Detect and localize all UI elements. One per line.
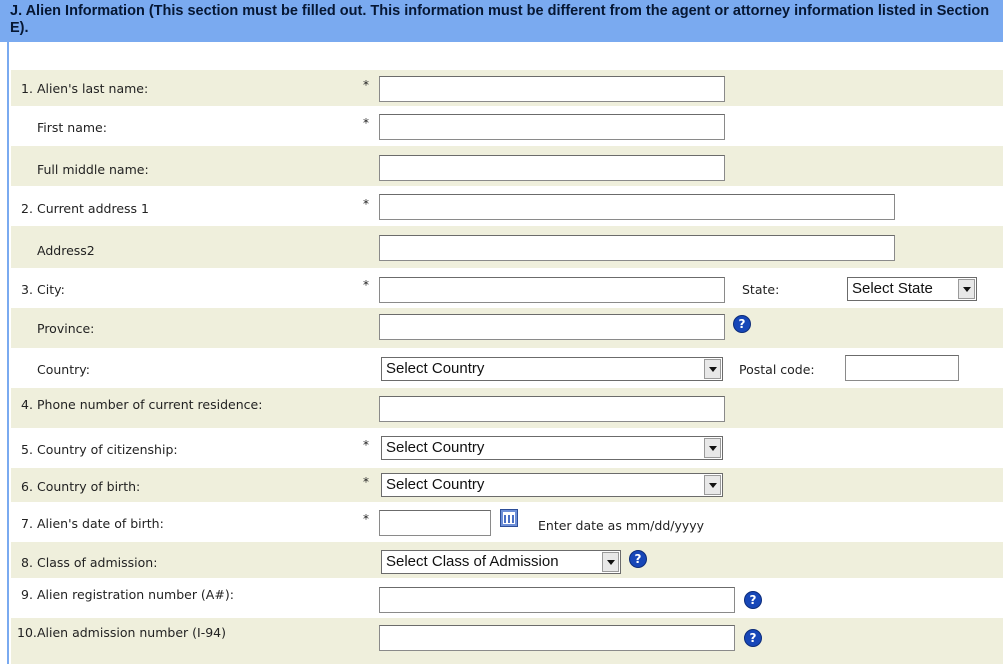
item-number: 2.	[21, 201, 33, 216]
address-1-label: Current address 1	[37, 201, 149, 216]
section-left-border	[7, 42, 9, 664]
item-number: 1.	[21, 81, 33, 96]
required-marker: *	[363, 278, 369, 292]
registration-number-input[interactable]	[379, 587, 735, 613]
required-marker: *	[363, 512, 369, 526]
chevron-down-icon[interactable]	[704, 438, 721, 458]
class-of-admission-select[interactable]: Select Class of Admission	[381, 550, 621, 574]
section-title: J. Alien Information (This section must …	[10, 3, 990, 36]
item-number: 6.	[21, 479, 33, 494]
section-header: J. Alien Information (This section must …	[0, 0, 1003, 42]
first-name-input[interactable]	[379, 114, 725, 140]
alien-information-section: J. Alien Information (This section must …	[0, 0, 1003, 664]
row-country: Country: Select Country Postal code:	[11, 348, 1003, 388]
address-1-input[interactable]	[379, 194, 895, 220]
item-number: 10.	[17, 625, 37, 640]
row-first-name: First name: *	[11, 106, 1003, 146]
citizenship-selected-value: Select Country	[386, 439, 485, 456]
required-marker: *	[363, 475, 369, 489]
help-icon[interactable]: ?	[629, 550, 647, 568]
row-admission-number: 10. Alien admission number (I-94) ?	[11, 618, 1003, 664]
middle-name-label: Full middle name:	[37, 162, 149, 177]
admission-number-label: Alien admission number (I-94)	[37, 625, 226, 640]
phone-input[interactable]	[379, 396, 725, 422]
row-middle-name: Full middle name:	[11, 146, 1003, 186]
help-icon[interactable]: ?	[744, 591, 762, 609]
row-registration-number: 9. Alien registration number (A#): ?	[11, 578, 1003, 618]
birth-country-selected-value: Select Country	[386, 476, 485, 493]
row-class-of-admission: 8. Class of admission: Select Class of A…	[11, 542, 1003, 578]
address-2-label: Address2	[37, 243, 95, 258]
registration-number-label: Alien registration number (A#):	[37, 587, 234, 602]
chevron-down-icon[interactable]	[704, 475, 721, 495]
date-format-hint: Enter date as mm/dd/yyyy	[538, 518, 705, 533]
city-label: City:	[37, 282, 65, 297]
state-select[interactable]: Select State	[847, 277, 977, 301]
chevron-down-icon[interactable]	[704, 359, 721, 379]
first-name-label: First name:	[37, 120, 107, 135]
chevron-down-icon[interactable]	[958, 279, 975, 299]
row-last-name: 1. Alien's last name: *	[11, 70, 1003, 106]
citizenship-label: Country of citizenship:	[37, 442, 178, 457]
item-number: 7.	[21, 516, 33, 531]
state-label: State:	[742, 282, 780, 297]
row-citizenship: 5. Country of citizenship: * Select Coun…	[11, 428, 1003, 468]
date-of-birth-input[interactable]	[379, 510, 491, 536]
item-number: 8.	[21, 555, 33, 570]
birth-country-select[interactable]: Select Country	[381, 473, 723, 497]
row-province: Province: ?	[11, 308, 1003, 348]
admission-number-input[interactable]	[379, 625, 735, 651]
help-icon[interactable]: ?	[733, 315, 751, 333]
country-select[interactable]: Select Country	[381, 357, 723, 381]
citizenship-select[interactable]: Select Country	[381, 436, 723, 460]
row-date-of-birth: 7. Alien's date of birth: * Enter date a…	[11, 502, 1003, 542]
item-number: 4.	[21, 397, 33, 412]
required-marker: *	[363, 197, 369, 211]
birth-country-label: Country of birth:	[37, 479, 141, 494]
phone-label: Phone number of current residence:	[37, 397, 263, 412]
help-icon[interactable]: ?	[744, 629, 762, 647]
item-number: 3.	[21, 282, 33, 297]
required-marker: *	[363, 438, 369, 452]
row-phone: 4. Phone number of current residence:	[11, 388, 1003, 428]
row-address-2: Address2	[11, 226, 1003, 268]
required-marker: *	[363, 116, 369, 130]
postal-code-label: Postal code:	[739, 362, 815, 377]
item-number: 5.	[21, 442, 33, 457]
row-address-1: 2. Current address 1 *	[11, 186, 1003, 226]
class-of-admission-selected-value: Select Class of Admission	[386, 553, 559, 570]
country-selected-value: Select Country	[386, 360, 485, 377]
address-2-input[interactable]	[379, 235, 895, 261]
middle-name-input[interactable]	[379, 155, 725, 181]
row-birth-country: 6. Country of birth: * Select Country	[11, 468, 1003, 502]
row-city: 3. City: * State: Select State	[11, 268, 1003, 308]
province-label: Province:	[37, 321, 95, 336]
last-name-label: Alien's last name:	[37, 81, 149, 96]
required-marker: *	[363, 78, 369, 92]
class-of-admission-label: Class of admission:	[37, 555, 158, 570]
item-number: 9.	[21, 587, 33, 602]
state-selected-value: Select State	[852, 280, 933, 297]
calendar-icon[interactable]	[500, 509, 518, 527]
country-label: Country:	[37, 362, 90, 377]
city-input[interactable]	[379, 277, 725, 303]
chevron-down-icon[interactable]	[602, 552, 619, 572]
date-of-birth-label: Alien's date of birth:	[37, 516, 164, 531]
province-input[interactable]	[379, 314, 725, 340]
last-name-input[interactable]	[379, 76, 725, 102]
postal-code-input[interactable]	[845, 355, 959, 381]
